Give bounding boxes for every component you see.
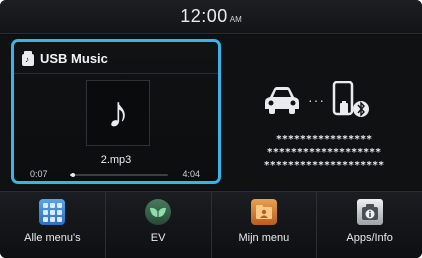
connect-row: ··· [262, 81, 371, 119]
total-time: 4:04 [182, 169, 200, 179]
track-name: 2.mp3 [100, 154, 132, 166]
usb-music-widget[interactable]: ♪ USB Music ♪ 2.mp3 0:07 4:04 [11, 39, 221, 184]
ev-leaf-icon [145, 199, 172, 225]
progress-handle[interactable] [70, 173, 75, 177]
masked-line: ******************** [263, 160, 385, 171]
home-widgets: ♪ USB Music ♪ 2.mp3 0:07 4:04 ··· ******… [0, 35, 422, 190]
music-note-icon: ♪ [107, 88, 129, 137]
phone-connect-widget[interactable]: ··· **************** *******************… [232, 43, 416, 183]
progress-bar[interactable] [70, 173, 168, 177]
masked-line: ******************* [266, 147, 382, 158]
masked-line: **************** [275, 134, 373, 145]
divider [14, 73, 218, 74]
menu-item-label: EV [150, 232, 166, 244]
bottom-menu: Alle menu's EV Mijn menu Apps/Info [0, 191, 422, 258]
usb-music-icon: ♪ [22, 51, 34, 66]
all-menus-grid-icon [39, 199, 66, 225]
menu-item-all-menus[interactable]: Alle menu's [0, 192, 106, 258]
my-menu-folder-icon [250, 199, 277, 225]
menu-item-my-menu[interactable]: Mijn menu [212, 192, 318, 258]
menu-item-label: Apps/Info [346, 232, 393, 244]
menu-item-label: Alle menu's [24, 232, 81, 244]
album-art: ♪ [86, 80, 150, 146]
clock: 12:00 [180, 6, 228, 26]
apps-info-icon [356, 199, 383, 225]
car-icon [265, 87, 299, 114]
status-bar: 12:00 AM [0, 0, 422, 34]
clock-ampm: AM [229, 15, 242, 24]
device-info: **************** ******************* ***… [232, 133, 416, 172]
link-dots: ··· [308, 92, 325, 108]
menu-item-label: Mijn menu [238, 232, 290, 244]
phone-bluetooth-icon [332, 81, 369, 117]
elapsed-time: 0:07 [30, 169, 48, 179]
head-unit-screen: 12:00 AM ♪ USB Music ♪ 2.mp3 0:07 4:04 ·… [0, 0, 422, 258]
music-header: ♪ USB Music [22, 51, 108, 66]
menu-item-apps-info[interactable]: Apps/Info [317, 192, 422, 258]
menu-item-ev[interactable]: EV [106, 192, 212, 258]
music-widget-title: USB Music [40, 51, 108, 66]
